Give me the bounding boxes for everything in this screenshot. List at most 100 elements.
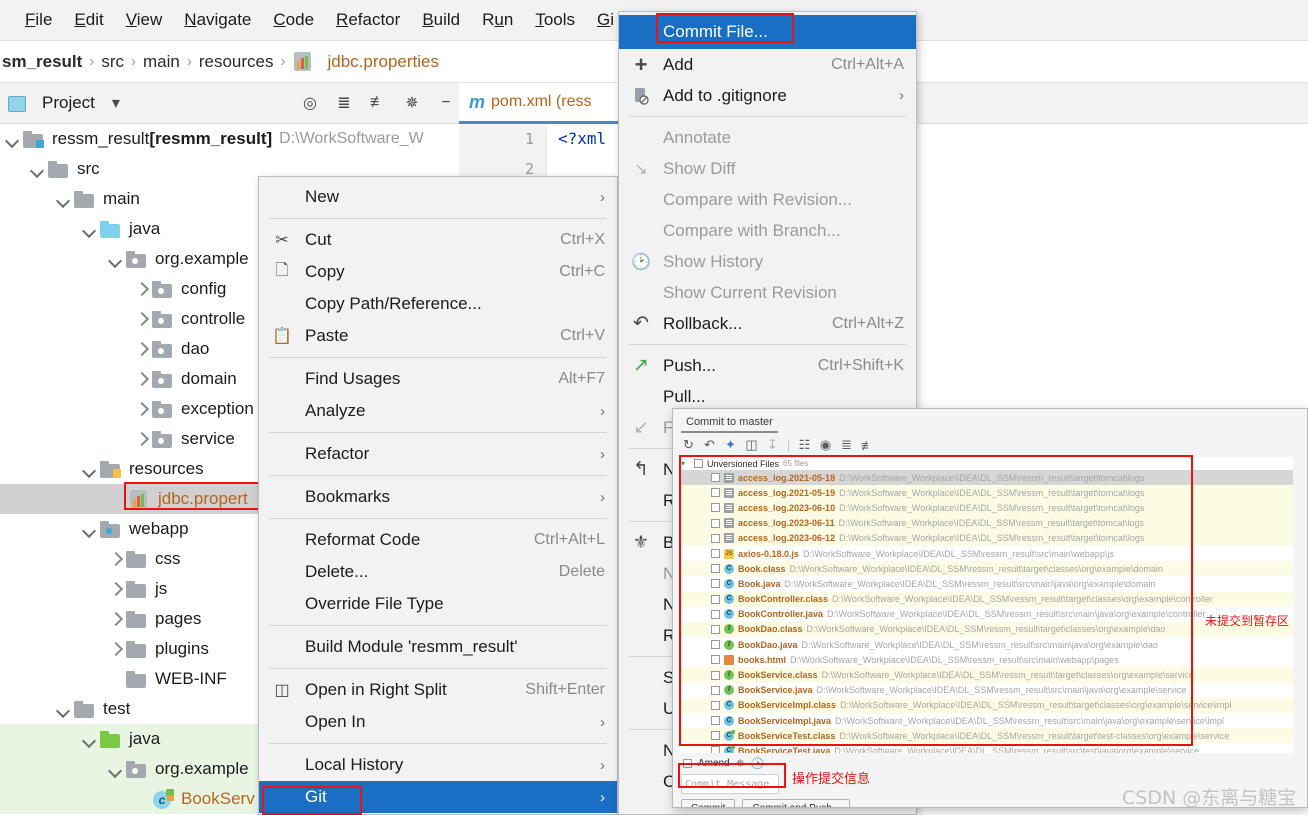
- context-menu-item-analyze[interactable]: Analyze ›: [259, 395, 617, 427]
- expand-all-icon[interactable]: ≣: [837, 437, 856, 453]
- diff-icon[interactable]: ✦: [721, 437, 740, 453]
- menu-item-file[interactable]: File: [14, 7, 63, 33]
- git-menu-item-annotate[interactable]: Annotate: [619, 122, 916, 153]
- file-checkbox[interactable]: [711, 473, 720, 483]
- file-checkbox[interactable]: [711, 518, 720, 528]
- menu-item-view[interactable]: View: [115, 7, 174, 33]
- chevron-right-icon[interactable]: [107, 551, 123, 567]
- context-menu-item-build-module[interactable]: Build Module 'resmm_result': [259, 631, 617, 663]
- tree-row-ressm-result[interactable]: ressm_result [resmm_result] D:\WorkSoftw…: [0, 124, 459, 154]
- context-menu-item-reformat-code[interactable]: Reformat Code Ctrl+Alt+L: [259, 524, 617, 556]
- commit-and-push-button[interactable]: Commit and Push...: [742, 799, 851, 807]
- git-menu-item-show-diff[interactable]: ↘ Show Diff: [619, 153, 916, 184]
- refresh-icon[interactable]: ↻: [679, 437, 698, 453]
- amend-checkbox-row[interactable]: Amend ✵ 🕑: [683, 757, 765, 770]
- commit-file-row[interactable]: access_log.2023-06-11 D:\WorkSoftware_Wo…: [679, 515, 1293, 531]
- context-menu[interactable]: New › ✂ Cut Ctrl+X 🗋 Copy Ctrl+C Copy Pa…: [258, 176, 618, 815]
- file-checkbox[interactable]: [711, 670, 720, 680]
- chevron-right-icon[interactable]: [133, 371, 149, 387]
- chevron-down-icon[interactable]: [107, 761, 123, 777]
- menu-item-navigate[interactable]: Navigate: [173, 7, 262, 33]
- commit-file-row[interactable]: C BookServiceImpl.class D:\WorkSoftware_…: [679, 697, 1293, 713]
- commit-file-row[interactable]: access_log.2023-06-12 D:\WorkSoftware_Wo…: [679, 530, 1293, 546]
- menu-item-code[interactable]: Code: [262, 7, 325, 33]
- chevron-right-icon[interactable]: [133, 401, 149, 417]
- menu-item-refactor[interactable]: Refactor: [325, 7, 411, 33]
- context-menu-item-override-file-type[interactable]: Override File Type: [259, 588, 617, 620]
- context-menu-item-local-history[interactable]: Local History ›: [259, 749, 617, 781]
- git-menu-item-rollback[interactable]: ↶ Rollback... Ctrl+Alt+Z: [619, 308, 916, 339]
- chevron-right-icon[interactable]: [107, 641, 123, 657]
- context-menu-item-cut[interactable]: ✂ Cut Ctrl+X: [259, 224, 617, 256]
- context-menu-item-copy-path-reference[interactable]: Copy Path/Reference...: [259, 288, 617, 320]
- chevron-down-icon[interactable]: ▾: [681, 459, 690, 468]
- download-icon[interactable]: ↧: [763, 437, 782, 453]
- chevron-down-icon[interactable]: [29, 161, 45, 177]
- file-checkbox[interactable]: [711, 488, 720, 498]
- chevron-down-icon[interactable]: [81, 221, 97, 237]
- commit-dialog-tab[interactable]: Commit to master: [681, 413, 778, 433]
- file-checkbox[interactable]: [711, 503, 720, 513]
- commit-file-row[interactable]: access_log.2023-06-10 D:\WorkSoftware_Wo…: [679, 500, 1293, 516]
- file-checkbox[interactable]: [711, 624, 720, 634]
- group-checkbox[interactable]: [694, 459, 703, 468]
- context-menu-item-open-in-right-split[interactable]: ◫ Open in Right Split Shift+Enter: [259, 674, 617, 706]
- context-menu-item-delete[interactable]: Delete... Delete: [259, 556, 617, 588]
- file-checkbox[interactable]: [711, 533, 720, 543]
- chevron-right-icon[interactable]: [133, 431, 149, 447]
- file-checkbox[interactable]: [711, 746, 720, 753]
- context-menu-item-find-usages[interactable]: Find Usages Alt+F7: [259, 363, 617, 395]
- context-menu-item-refactor[interactable]: Refactor ›: [259, 438, 617, 470]
- show-diff-icon[interactable]: ◫: [742, 437, 761, 453]
- menu-item-edit[interactable]: Edit: [63, 7, 114, 33]
- chevron-down-icon[interactable]: [81, 461, 97, 477]
- git-menu-item-compare-with-revision[interactable]: Compare with Revision...: [619, 184, 916, 215]
- git-menu-item-commit-file[interactable]: Commit File...: [619, 15, 916, 49]
- context-menu-item-git[interactable]: Git ›: [259, 781, 617, 813]
- git-menu-item-add-to-gitignore[interactable]: Add to .gitignore ›: [619, 80, 916, 111]
- filter-icon[interactable]: ◉: [816, 437, 835, 453]
- git-menu-item-compare-with-branch[interactable]: Compare with Branch...: [619, 215, 916, 246]
- chevron-down-icon[interactable]: [107, 251, 123, 267]
- context-menu-item-paste[interactable]: 📋 Paste Ctrl+V: [259, 320, 617, 352]
- context-menu-item-copy[interactable]: 🗋 Copy Ctrl+C: [259, 256, 617, 288]
- group-by-icon[interactable]: ☷: [795, 437, 814, 453]
- commit-file-row[interactable]: I BookDao.java D:\WorkSoftware_Workplace…: [679, 637, 1293, 653]
- commit-file-list[interactable]: ▾ Unversioned Files 65 files access_log.…: [679, 457, 1293, 753]
- commit-file-row[interactable]: C BookServiceImpl.java D:\WorkSoftware_W…: [679, 713, 1293, 729]
- menu-item-run[interactable]: Run: [471, 7, 524, 33]
- commit-button[interactable]: Commit: [681, 799, 736, 807]
- file-checkbox[interactable]: [711, 564, 720, 574]
- commit-file-row[interactable]: access_log.2021-05-18 D:\WorkSoftware_Wo…: [679, 470, 1293, 486]
- context-menu-item-new[interactable]: New ›: [259, 181, 617, 213]
- git-menu-item-show-current-revision[interactable]: Show Current Revision: [619, 277, 916, 308]
- commit-dialog[interactable]: Commit to master ↻ ↶ ✦ ◫ ↧ ☷ ◉ ≣ ≢ ▾ Unv…: [672, 408, 1308, 808]
- unversioned-files-group-header[interactable]: ▾ Unversioned Files 65 files: [679, 457, 1293, 470]
- breadcrumb-item-file[interactable]: jdbc.properties: [293, 52, 439, 72]
- chevron-right-icon[interactable]: [107, 611, 123, 627]
- chevron-down-icon[interactable]: [81, 521, 97, 537]
- context-menu-item-bookmarks[interactable]: Bookmarks ›: [259, 481, 617, 513]
- file-checkbox[interactable]: [711, 579, 720, 589]
- commit-message-input[interactable]: Commit Message: [681, 774, 779, 794]
- chevron-right-icon[interactable]: [133, 281, 149, 297]
- git-menu-item-add[interactable]: + Add Ctrl+Alt+A: [619, 49, 916, 80]
- settings-gear-icon[interactable]: ✵: [399, 93, 425, 113]
- commit-file-row[interactable]: I BookService.java D:\WorkSoftware_Workp…: [679, 682, 1293, 698]
- file-checkbox[interactable]: [711, 685, 720, 695]
- context-menu-item-open-in[interactable]: Open In ›: [259, 706, 617, 738]
- file-checkbox[interactable]: [711, 549, 720, 559]
- breadcrumb-item-resources[interactable]: resources: [199, 52, 274, 72]
- commit-file-row[interactable]: C Book.java D:\WorkSoftware_Workplace\ID…: [679, 576, 1293, 592]
- collapse-all-icon[interactable]: ≢: [858, 438, 877, 453]
- file-checkbox[interactable]: [711, 716, 720, 726]
- chevron-down-icon[interactable]: [4, 131, 20, 147]
- file-checkbox[interactable]: [711, 731, 720, 741]
- chevron-down-icon[interactable]: [55, 191, 71, 207]
- menu-item-build[interactable]: Build: [411, 7, 471, 33]
- collapse-all-icon[interactable]: ≢: [365, 94, 391, 112]
- expand-all-icon[interactable]: ≣: [331, 93, 357, 113]
- commit-file-row[interactable]: C BookServiceTest.class D:\WorkSoftware_…: [679, 728, 1293, 744]
- menu-item-tools[interactable]: Tools: [524, 7, 586, 33]
- chevron-right-icon[interactable]: [107, 581, 123, 597]
